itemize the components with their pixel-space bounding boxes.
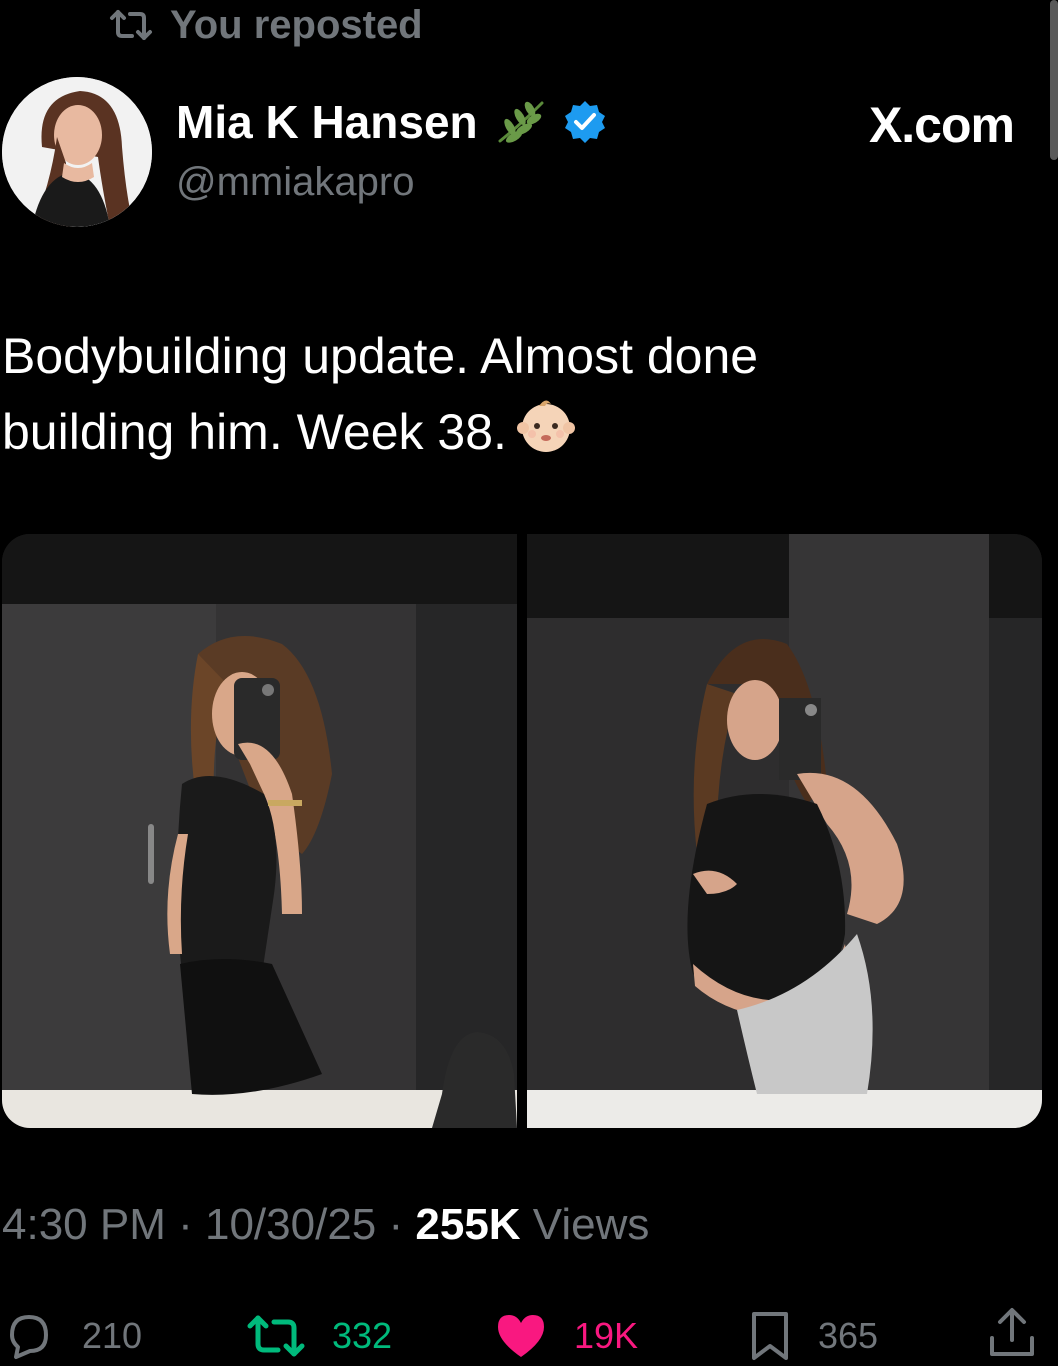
repost-count: 332 [332, 1315, 393, 1356]
media-grid [2, 534, 1042, 1128]
repost-icon [110, 10, 152, 40]
bookmark-button[interactable]: 365 [748, 1306, 878, 1366]
like-count: 19K [574, 1315, 639, 1356]
views-count: 255K [415, 1200, 521, 1249]
tweet-time: 4:30 PM [2, 1200, 166, 1249]
leaf-icon [498, 101, 544, 143]
repost-label: You reposted [170, 3, 423, 47]
action-bar: 210 332 19K 365 [0, 1306, 1058, 1366]
bookmark-count: 365 [818, 1315, 879, 1356]
repost-indicator: You reposted [108, 0, 423, 50]
tweet-text: Bodybuilding update. Almost done buildin… [2, 318, 982, 477]
repost-button[interactable]: 332 [246, 1306, 392, 1366]
scrollbar[interactable] [1050, 0, 1058, 160]
author-name-row[interactable]: Mia K Hansen [176, 90, 608, 154]
verified-badge-icon [564, 101, 605, 143]
author-name[interactable]: Mia K Hansen [176, 95, 478, 149]
views-label: Views [520, 1200, 650, 1249]
meta-separator: · [376, 1200, 416, 1249]
share-icon [990, 1308, 1034, 1356]
tweet-text-line-2-text: building him. Week 38. [2, 404, 507, 460]
brand-label: X.com [868, 97, 1015, 153]
reply-count: 210 [82, 1315, 143, 1356]
avatar[interactable] [2, 77, 152, 227]
repost-icon [247, 1315, 305, 1357]
heart-icon [498, 1315, 544, 1357]
like-button[interactable]: 19K [494, 1306, 638, 1366]
tweet-text-line-1: Bodybuilding update. Almost done [2, 328, 759, 384]
photo-before[interactable] [2, 534, 517, 1128]
reply-icon [10, 1315, 48, 1359]
meta-separator: · [165, 1200, 205, 1249]
reply-button[interactable]: 210 [2, 1306, 142, 1366]
tweet-date: 10/30/25 [204, 1200, 377, 1249]
share-button[interactable] [986, 1306, 1038, 1360]
bookmark-icon [752, 1312, 788, 1360]
author-handle[interactable]: @mmiakapro [176, 160, 414, 205]
photo-week-38[interactable] [527, 534, 1042, 1128]
tweet-meta: 4:30 PM · 10/30/25 · 255K Views [2, 1200, 649, 1250]
tweet-text-line-2: building him. Week 38. [2, 394, 982, 477]
baby-face-icon [515, 394, 577, 477]
